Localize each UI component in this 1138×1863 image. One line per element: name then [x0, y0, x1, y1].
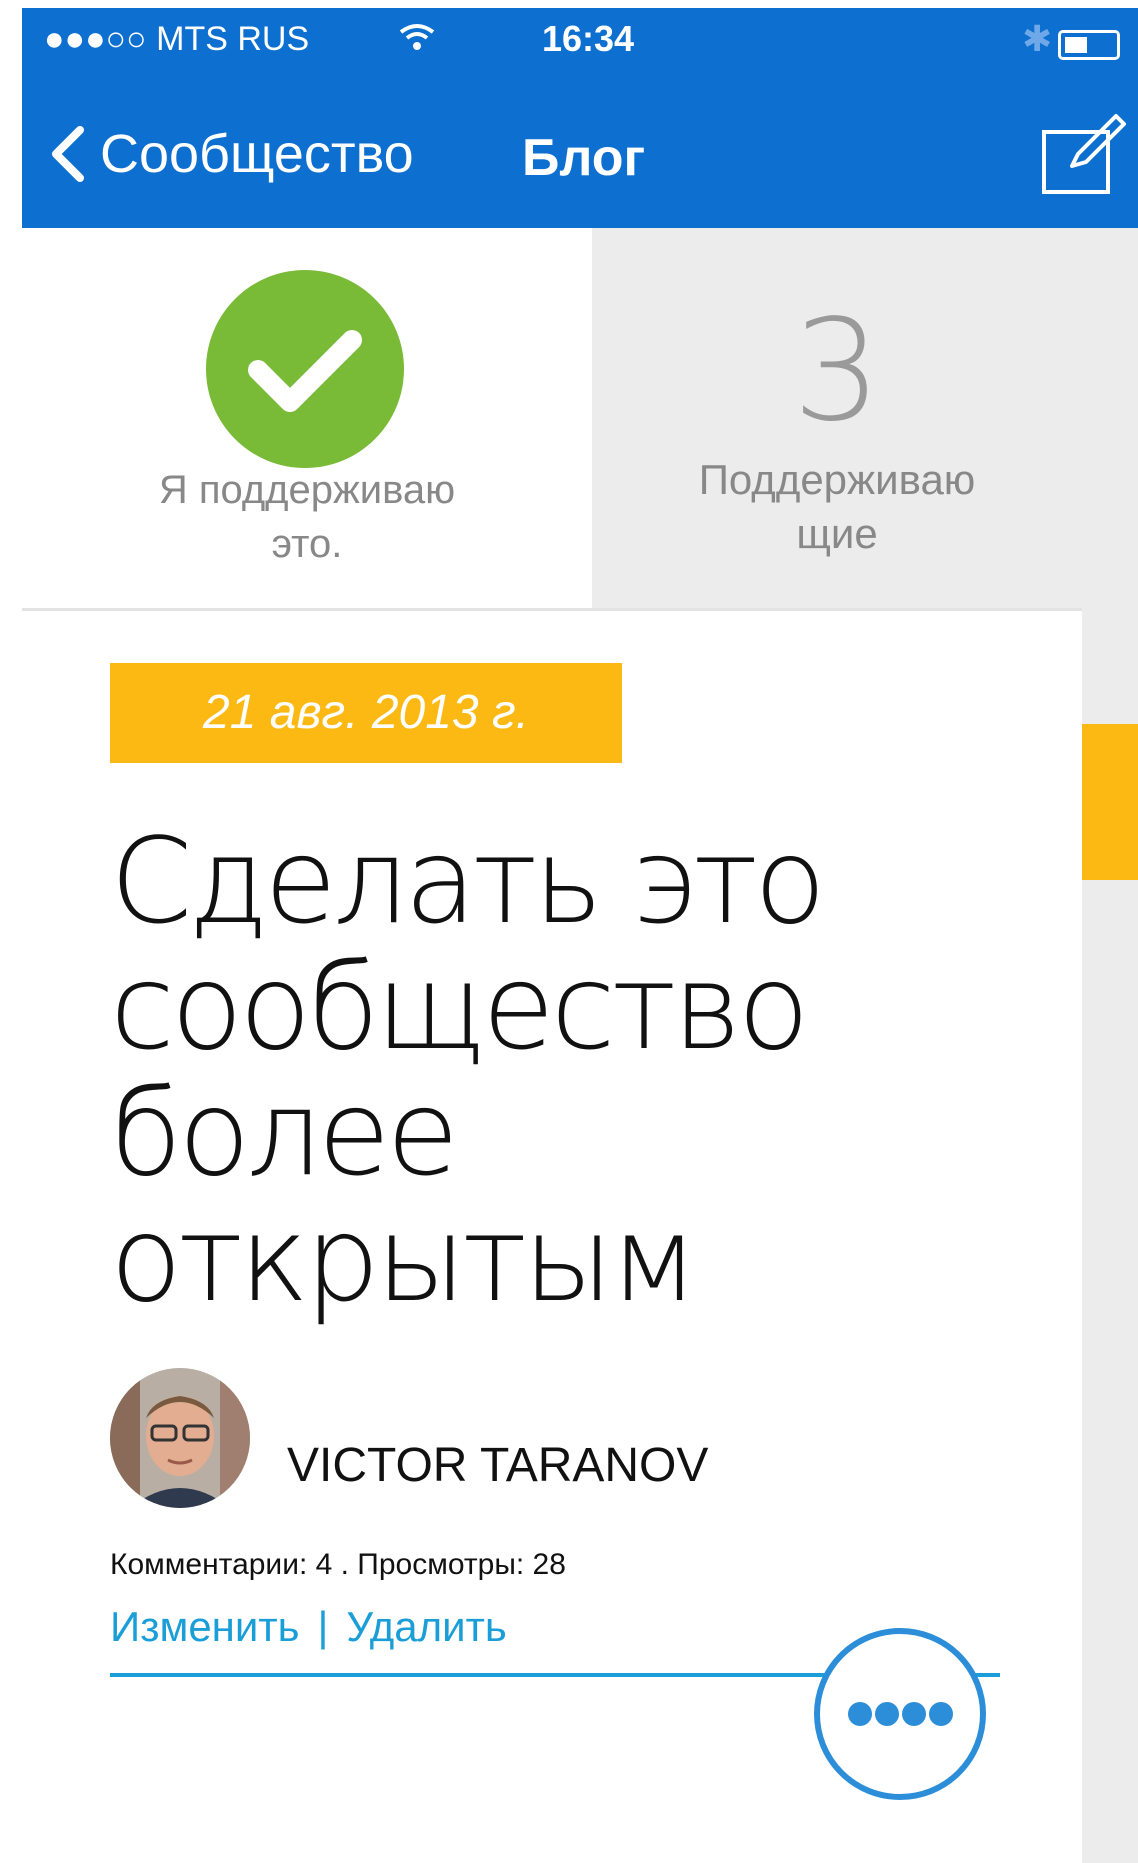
- back-label: Сообщество: [100, 124, 414, 184]
- supporters-panel[interactable]: 3 Поддерживаю щие: [592, 228, 1082, 608]
- post-date: 21 авг. 2013 г.: [110, 663, 622, 763]
- delete-link[interactable]: Удалить: [346, 1603, 506, 1651]
- page-title: Блог: [522, 129, 646, 187]
- post-actions: Изменить | Удалить: [110, 1603, 507, 1651]
- post-meta: Комментарии: 4 . Просмотры: 28: [110, 1548, 566, 1581]
- i-support-panel[interactable]: Я поддерживаю это.: [22, 228, 592, 608]
- battery-icon: [1058, 30, 1120, 60]
- next-card-edge[interactable]: [1082, 228, 1138, 1863]
- nav-bar: Сообщество Блог: [22, 68, 1138, 228]
- more-button[interactable]: [814, 1628, 986, 1800]
- avatar[interactable]: [110, 1368, 250, 1508]
- status-bar: ●●●○○ MTS RUS 16:34 ✱: [22, 8, 1138, 68]
- next-card-date-edge: [1082, 724, 1138, 880]
- i-support-label: Я поддерживаю это.: [158, 468, 456, 566]
- more-dots-icon: [848, 1702, 953, 1726]
- supporters-count: 3: [792, 290, 882, 453]
- clock: 16:34: [542, 18, 635, 59]
- wifi-icon: [399, 24, 435, 50]
- compose-icon[interactable]: [1038, 108, 1128, 198]
- back-chevron-icon: [52, 126, 84, 182]
- edit-link[interactable]: Изменить: [110, 1603, 299, 1651]
- bluetooth-icon: ✱: [1022, 18, 1053, 59]
- support-section: Я поддерживаю это. 3 Поддерживаю щие: [22, 228, 1082, 611]
- author-name[interactable]: VICTOR TARANOV: [287, 1438, 708, 1493]
- checkmark-icon: [248, 330, 362, 412]
- post-title: Сделать это сообщество более открытым: [110, 812, 826, 1328]
- carrier-label: ●●●○○ MTS RUS: [44, 20, 310, 58]
- back-button[interactable]: Сообщество: [50, 124, 414, 184]
- support-toggle[interactable]: [206, 270, 404, 468]
- app-screen: ●●●○○ MTS RUS 16:34 ✱ Сообщество Блог Я …: [22, 8, 1138, 1863]
- supporters-label: Поддерживаю щие: [698, 456, 976, 557]
- actions-separator: |: [317, 1603, 329, 1650]
- avatar-photo: [110, 1368, 250, 1508]
- blog-post-card: Я поддерживаю это. 3 Поддерживаю щие 21 …: [22, 228, 1082, 1863]
